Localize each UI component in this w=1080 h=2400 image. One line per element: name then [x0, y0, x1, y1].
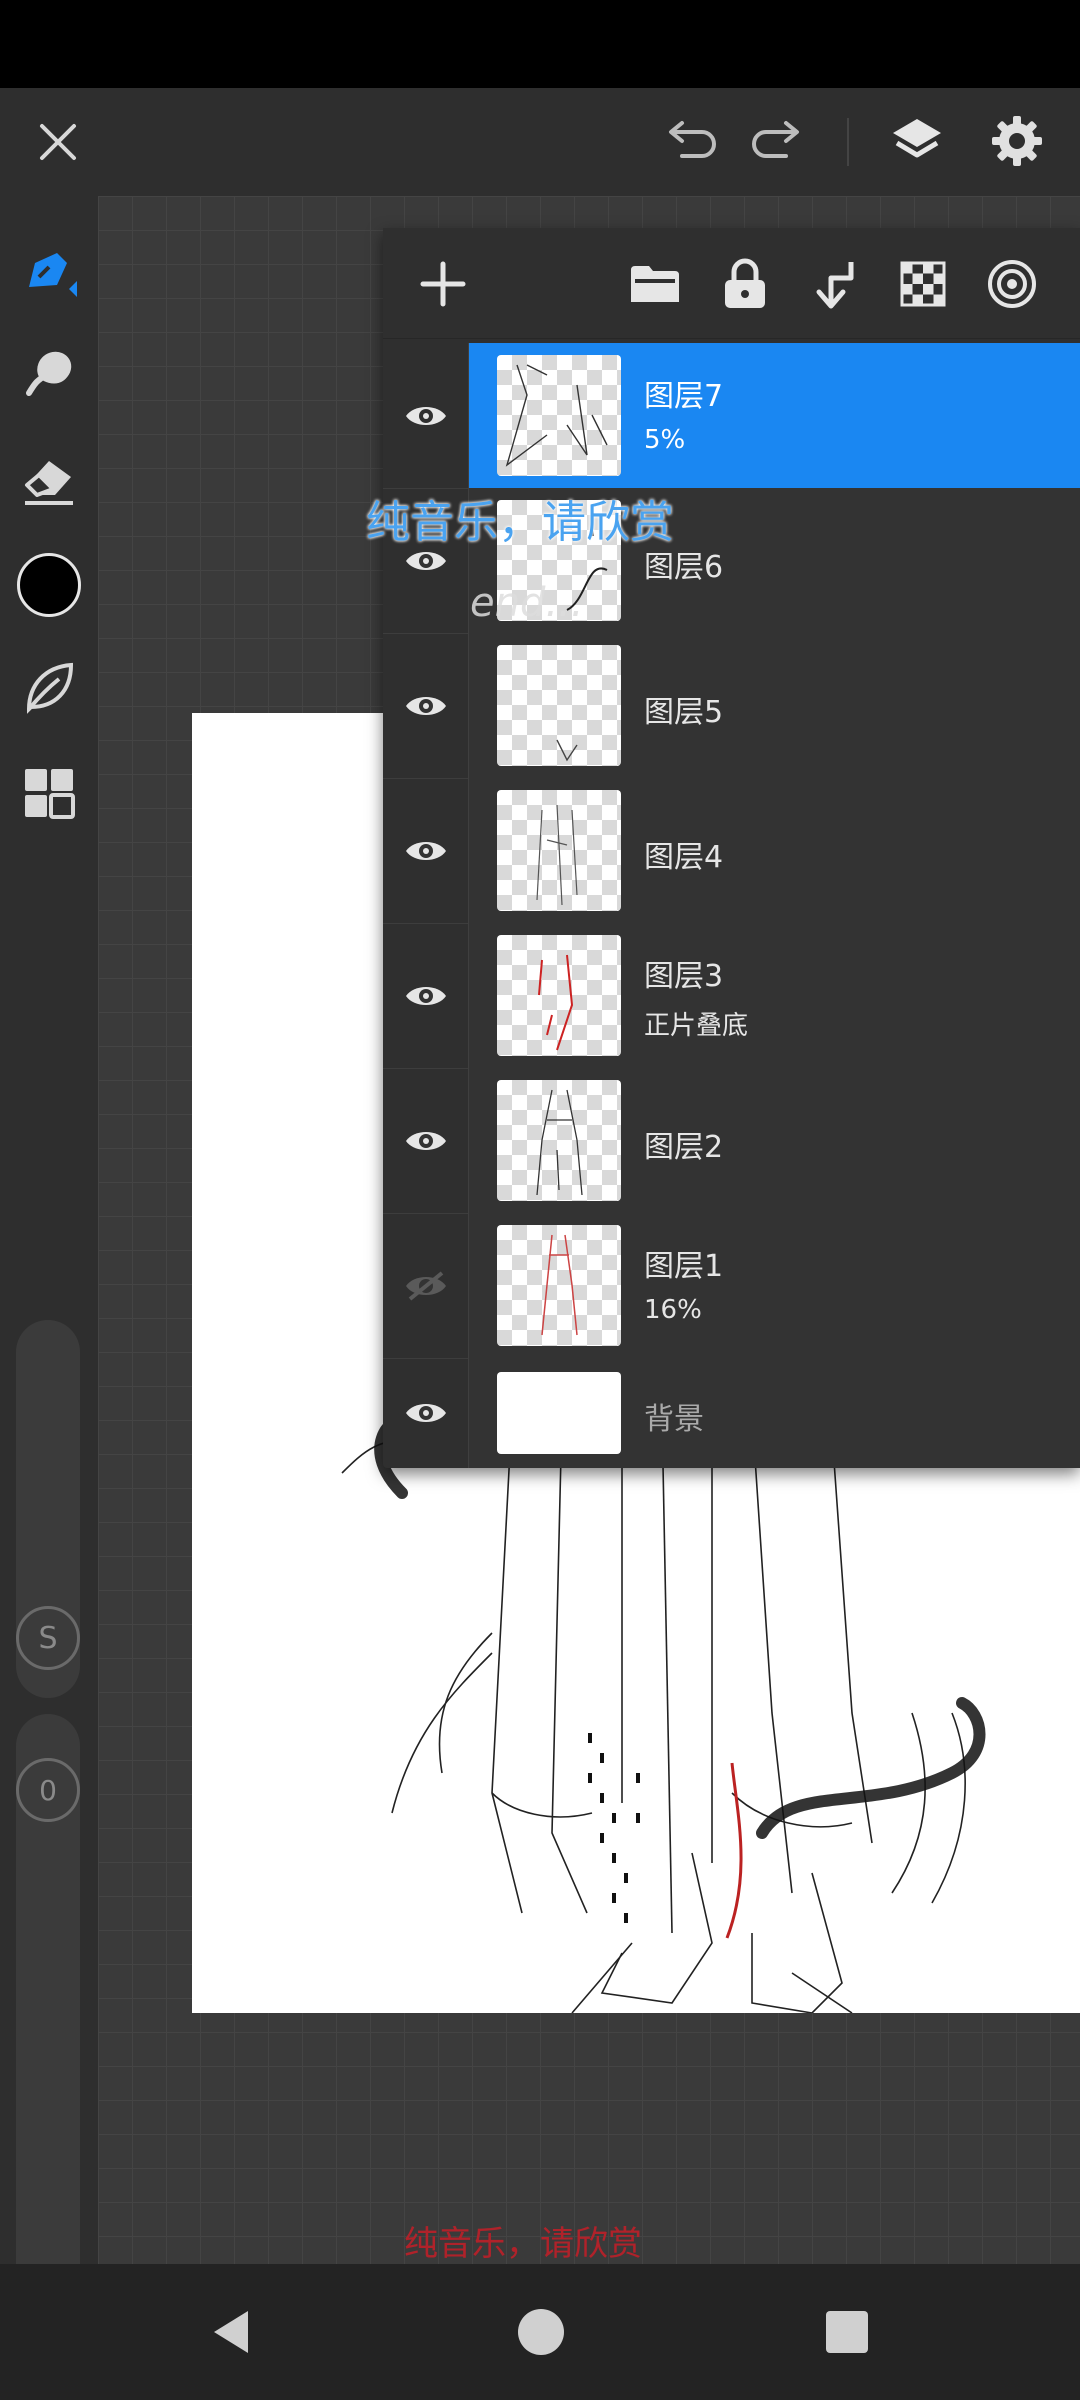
layer-name: 背景 — [644, 1402, 704, 1437]
layers-panel: 图层7 5% 图层6 图层5 图层4 图层3 正片叠底 图层2 图层1 16% … — [383, 228, 1080, 1468]
opacity-indicator: 0 — [16, 1758, 80, 1822]
overlay-caption-red: 纯音乐，请欣赏 — [404, 2224, 642, 2264]
left-toolbar: S 0 — [0, 196, 98, 2328]
pen-brush-icon[interactable] — [14, 236, 84, 306]
layer-opacity: 16% — [644, 1295, 702, 1325]
layers-panel-toolbar — [383, 228, 1080, 339]
layer-thumbnail — [497, 1372, 621, 1454]
visibility-eye-icon[interactable] — [383, 633, 468, 778]
back-icon[interactable] — [196, 2300, 266, 2364]
layer-content[interactable]: 图层2 — [469, 1068, 1080, 1213]
checkerboard-icon[interactable] — [891, 252, 955, 316]
recents-icon[interactable] — [812, 2300, 882, 2364]
visibility-eye-icon[interactable] — [383, 343, 468, 488]
layer-row[interactable]: 图层4 — [383, 778, 1080, 924]
layer-thumbnail — [497, 1080, 621, 1201]
add-layer-icon[interactable] — [411, 252, 475, 316]
hidden-eye-icon[interactable] — [383, 1213, 468, 1358]
layer-row[interactable]: 图层2 — [383, 1068, 1080, 1214]
overlay-caption-blue: 纯音乐，请欣赏 — [366, 497, 674, 548]
color-swatch[interactable] — [17, 553, 81, 617]
lock-icon[interactable] — [713, 252, 777, 316]
layer-content[interactable]: 图层1 16% — [469, 1213, 1080, 1358]
layer-blend-mode: 正片叠底 — [644, 1011, 749, 1041]
top-toolbar — [0, 88, 1080, 196]
smudge-icon[interactable] — [14, 338, 84, 408]
folder-icon[interactable] — [623, 252, 687, 316]
opacity-label: 0 — [39, 1773, 57, 1807]
layer-thumbnail — [497, 935, 621, 1056]
redo-icon[interactable] — [746, 112, 812, 172]
layer-row[interactable]: 图层1 16% — [383, 1213, 1080, 1359]
layer-name: 图层5 — [644, 695, 724, 730]
layer-thumbnail — [497, 645, 621, 766]
size-indicator: S — [16, 1606, 80, 1670]
layer-name: 图层2 — [644, 1130, 724, 1165]
close-icon[interactable] — [28, 112, 88, 172]
layer-row[interactable]: 图层3 正片叠底 — [383, 923, 1080, 1069]
layer-content[interactable]: 图层7 5% — [469, 343, 1080, 488]
visibility-eye-icon[interactable] — [383, 1068, 468, 1213]
layer-content[interactable]: 图层5 — [469, 633, 1080, 778]
eraser-icon[interactable] — [14, 444, 84, 514]
home-icon[interactable] — [506, 2300, 576, 2364]
layer-row[interactable]: 图层5 — [383, 633, 1080, 779]
system-nav-bar — [0, 2264, 1080, 2400]
undo-icon[interactable] — [656, 112, 722, 172]
layer-name: 图层4 — [644, 840, 724, 875]
layer-opacity: 5% — [644, 425, 686, 455]
status-bar — [0, 0, 1080, 88]
layer-content[interactable]: 图层4 — [469, 778, 1080, 923]
visibility-eye-icon[interactable] — [383, 923, 468, 1068]
layer-thumbnail — [497, 1225, 621, 1346]
layer-row[interactable]: 图层7 5% — [383, 343, 1080, 489]
layer-name: 图层3 — [644, 959, 724, 994]
layer-row[interactable]: 背景 — [383, 1358, 1080, 1468]
visibility-eye-icon[interactable] — [383, 778, 468, 923]
toolbar-divider — [847, 118, 849, 166]
layer-content[interactable]: 背景 — [469, 1358, 1080, 1468]
layer-name: 图层7 — [644, 379, 724, 414]
settings-gear-icon[interactable] — [984, 108, 1050, 174]
merge-down-icon[interactable] — [803, 252, 867, 316]
grid-menu-icon[interactable] — [14, 758, 84, 828]
visibility-eye-icon[interactable] — [383, 1358, 468, 1468]
overlay-caption-end: end... — [470, 580, 584, 626]
layer-content[interactable]: 图层3 正片叠底 — [469, 923, 1080, 1068]
leaf-icon[interactable] — [14, 652, 84, 722]
layer-thumbnail — [497, 355, 621, 476]
target-icon[interactable] — [980, 252, 1044, 316]
size-label: S — [38, 1620, 58, 1656]
layers-icon[interactable] — [884, 108, 950, 174]
layer-thumbnail — [497, 790, 621, 911]
layer-name: 图层1 — [644, 1249, 724, 1284]
